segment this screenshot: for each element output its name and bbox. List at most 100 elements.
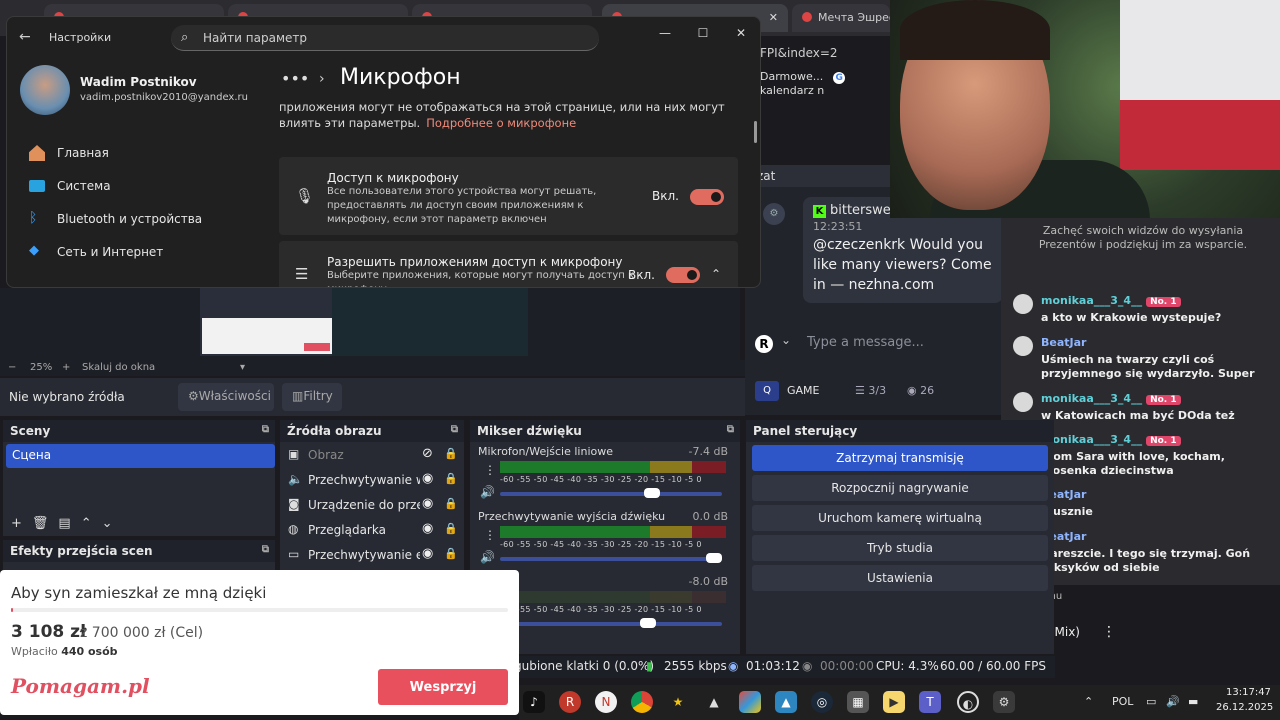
donors-count: Wpłaciło 440 osób [11,645,118,658]
lock-icon[interactable]: 🔒 [444,447,458,460]
bookmark-item[interactable]: Darmowe... [760,70,823,83]
bot-avatar-icon: ⚙ [763,203,785,225]
obs-icon[interactable]: ◐ [957,691,979,713]
start-recording-button[interactable]: Rozpocznij nagrywanie [752,475,1048,501]
app-icon[interactable]: N [595,691,617,713]
eye-icon[interactable]: ◉ [422,496,433,511]
zoom-in-button[interactable]: + [62,362,70,373]
volume-slider[interactable] [500,488,722,498]
chevron-up-icon[interactable]: ⌃ [711,267,721,281]
slider-knob[interactable] [706,553,722,563]
nav-item-bluetooth[interactable]: ᛒ Bluetooth и устройства [25,207,255,233]
app-icon[interactable]: ▦ [847,691,869,713]
breadcrumb-more-button[interactable]: ••• [281,69,309,88]
chevron-up-icon[interactable]: ⌃ [1084,695,1093,708]
volume-icon[interactable]: 🔊 [1166,695,1180,708]
chrome-icon[interactable] [631,691,653,713]
chevron-up-icon[interactable]: ⌃ [81,516,92,531]
user-email: vadim.postnikov2010@yandex.ru [80,92,248,103]
nav-item-system[interactable]: Система [25,174,255,200]
nav-item-network[interactable]: ◆ Сеть и Интернет [25,240,255,266]
tab-favicon-icon [802,12,812,22]
settings-search[interactable]: ⌕ [171,25,599,51]
media-icon[interactable]: ▶ [883,691,905,713]
undock-icon[interactable]: ⧉ [451,424,458,435]
scrollbar[interactable] [754,121,757,143]
speaker-icon[interactable]: 🔊 [480,550,495,564]
slider-knob[interactable] [640,618,656,628]
scene-filter-icon[interactable]: ▤ [58,516,70,531]
close-button[interactable]: ✕ [723,23,759,43]
clock-date[interactable]: 26.12.2025 [1216,702,1273,713]
language-indicator[interactable]: POL [1112,695,1133,708]
network-icon[interactable]: ▭ [1146,695,1156,708]
settings-gear-icon[interactable]: ⚙ [993,691,1015,713]
filters-button[interactable]: ▥Filtry [282,383,342,411]
zoom-out-button[interactable]: − [8,362,16,373]
maximize-button[interactable]: ☐ [685,23,721,43]
search-input[interactable] [203,29,583,47]
more-options-icon[interactable]: ⋮ [484,463,496,477]
bookmark-item[interactable]: kalendarz n [760,84,824,97]
chat-input[interactable]: Type a message... [807,335,924,350]
start-virtual-camera-button[interactable]: Uruchom kamerę wirtualną [752,505,1048,531]
eye-icon[interactable]: ◉ [422,546,433,561]
lock-icon[interactable]: 🔒 [444,547,458,560]
chat-username[interactable]: BeatJar [1041,336,1086,349]
volume-slider[interactable] [500,618,722,628]
steam-icon[interactable]: ◎ [811,691,833,713]
studio-mode-button[interactable]: Tryb studia [752,535,1048,561]
chevron-down-icon[interactable]: ⌄ [781,333,791,347]
properties-button[interactable]: ⚙Właściwości [178,383,274,411]
battery-icon[interactable]: ▬ [1188,695,1198,708]
stop-streaming-button[interactable]: Zatrzymaj transmisję [752,445,1048,471]
undock-icon[interactable]: ⧉ [262,424,269,435]
chat-message-text: From Sara with love, kocham, piosenka dz… [1041,450,1225,477]
minimize-button[interactable]: — [647,23,683,43]
undock-icon[interactable]: ⧉ [727,424,734,435]
add-icon[interactable]: + [11,516,22,531]
nav-item-home[interactable]: Главная [25,141,255,167]
chevron-down-icon[interactable]: ▾ [240,362,245,373]
chat-username[interactable]: monikaa___3_4__ No. 1 [1041,392,1181,405]
undock-icon[interactable]: ⧉ [262,544,269,555]
star-app-icon[interactable]: ★ [667,691,689,713]
restream-app-icon[interactable]: R [559,691,581,713]
graduation-icon[interactable]: ▲ [703,691,725,713]
slider-knob[interactable] [644,488,660,498]
back-arrow-icon[interactable]: ← [19,29,31,45]
lock-icon[interactable]: 🔒 [444,497,458,510]
eye-hidden-icon[interactable]: ⊘ [422,446,433,461]
avatar[interactable] [20,65,70,115]
obs-preview-canvas[interactable] [200,288,528,356]
mic-access-toggle[interactable] [690,189,724,205]
tab-close-icon[interactable]: ✕ [769,11,778,24]
donate-button[interactable]: Wesprzyj [378,669,508,705]
clock-time[interactable]: 13:17:47 [1226,687,1271,698]
chevron-down-icon[interactable]: ⌄ [102,516,113,531]
teams-icon[interactable]: T [919,691,941,713]
chat-username[interactable]: monikaa___3_4__ No. 1 [1041,433,1181,446]
browser-tab[interactable]: Mечта Эшрефа 2 [792,4,890,32]
scene-item[interactable]: Сцена [6,444,275,468]
volume-slider[interactable] [500,553,722,563]
speaker-icon[interactable]: 🔊 [480,485,495,499]
settings-button[interactable]: Ustawienia [752,565,1048,591]
tiktok-icon[interactable]: ♪ [523,691,545,713]
lock-icon[interactable]: 🔒 [444,472,458,485]
app-mic-access-toggle[interactable] [666,267,700,283]
eye-icon[interactable]: ◉ [422,521,433,536]
monitor-icon [29,180,45,192]
lock-icon[interactable]: 🔒 [444,522,458,535]
more-options-icon[interactable]: ⋮ [484,528,496,542]
learn-more-link[interactable]: Подробнее о микрофоне [426,116,576,130]
eye-icon[interactable]: ◉ [422,471,433,486]
chat-username[interactable]: monikaa___3_4__ No. 1 [1041,294,1181,307]
photos-icon[interactable]: ▲ [775,691,797,713]
scale-mode-select[interactable]: Skaluj do okna [82,362,155,373]
address-bar-fragment[interactable]: FPI&index=2 [760,46,838,60]
restream-logo-icon[interactable]: R [755,335,773,353]
trash-icon[interactable]: 🗑 [32,516,49,531]
app-icon[interactable] [739,691,761,713]
more-options-icon[interactable]: ⋮ [1102,624,1116,640]
